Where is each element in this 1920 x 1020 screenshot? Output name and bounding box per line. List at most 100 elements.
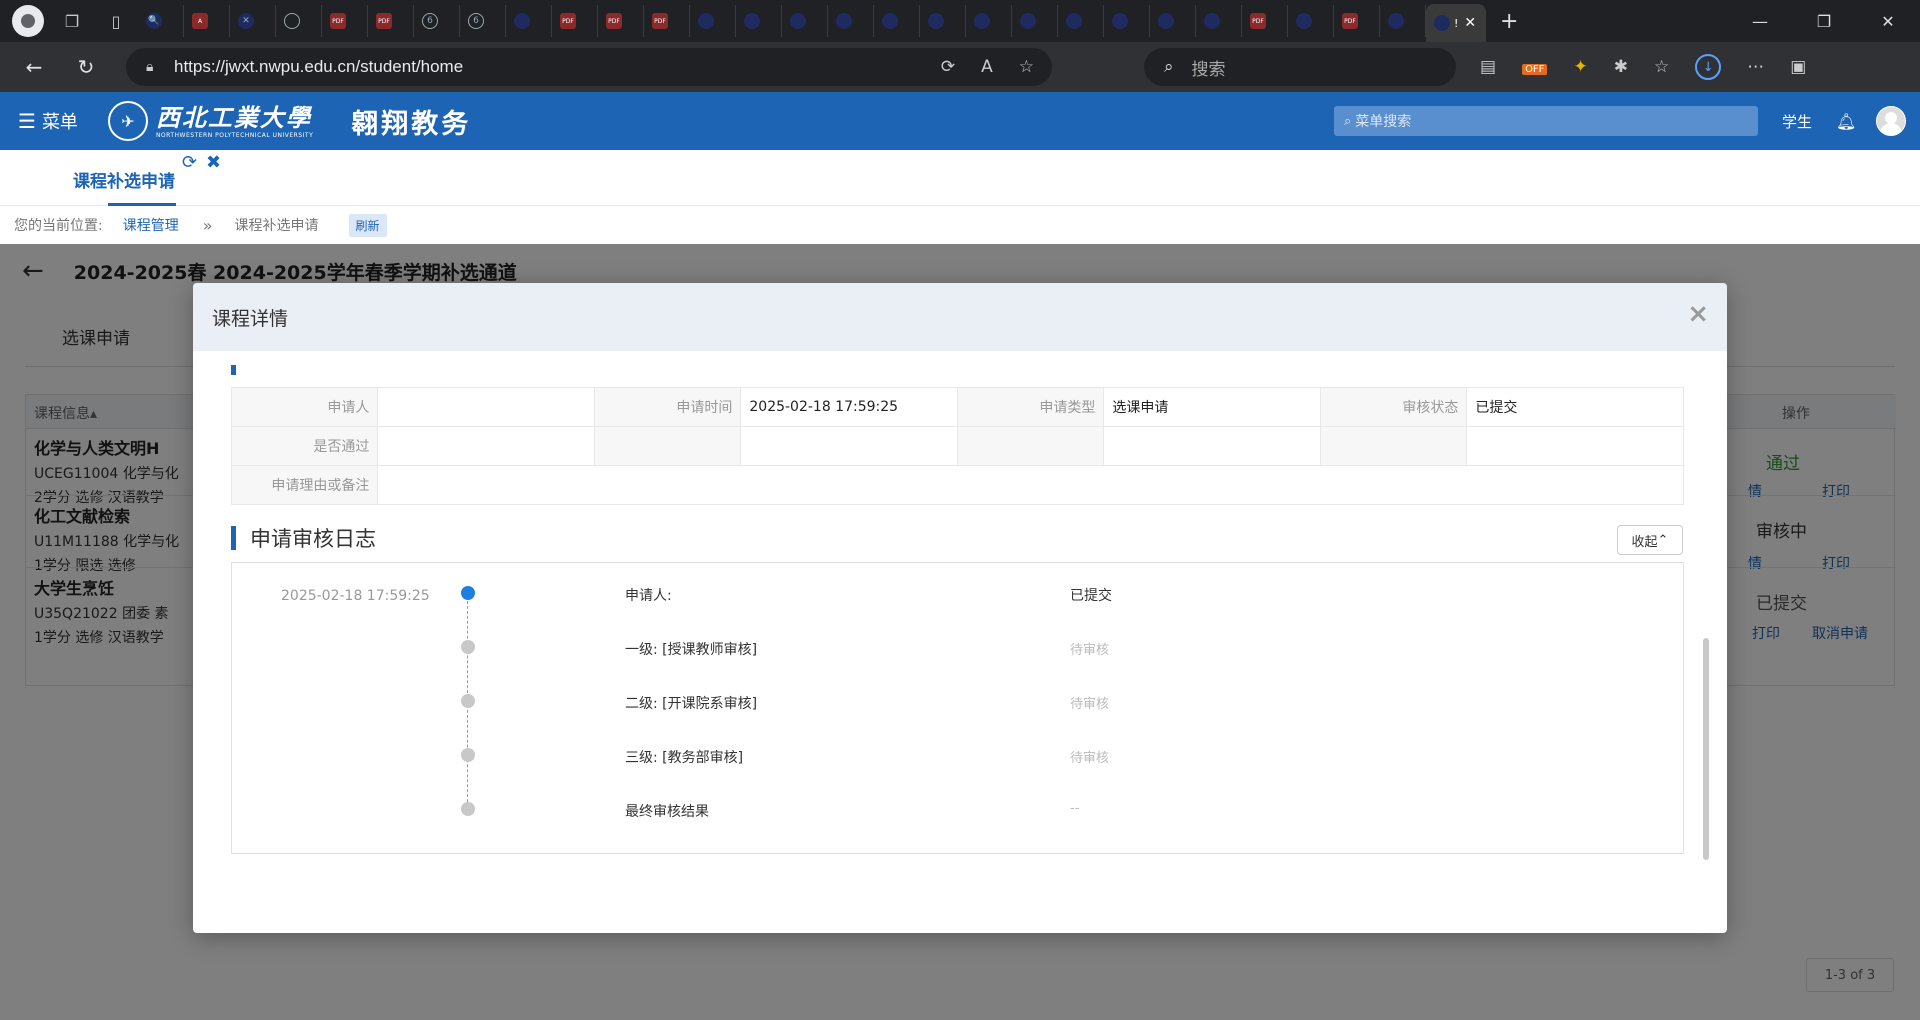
- pdf-icon: PDF: [1250, 13, 1266, 29]
- tab-refresh-icon[interactable]: ⟳: [182, 152, 197, 173]
- minimize-icon[interactable]: —: [1728, 0, 1792, 42]
- browser-tab[interactable]: [1058, 5, 1104, 37]
- extension-animal-icon[interactable]: ✦: [1573, 57, 1587, 77]
- browser-tab[interactable]: PDF: [1242, 5, 1288, 37]
- address-bar[interactable]: 🔒︎ https://jwxt.nwpu.edu.cn/student/home…: [126, 48, 1052, 86]
- dark-site-icon: [790, 13, 806, 29]
- tab-course-supplement[interactable]: 课程补选申请: [73, 167, 175, 192]
- browser-tab[interactable]: [920, 5, 966, 37]
- dark-site-icon: [882, 13, 898, 29]
- dark-site-icon: [698, 13, 714, 29]
- extension-off-icon[interactable]: OFF: [1522, 57, 1548, 77]
- review-step-label: 一级: [授课教师审核]: [625, 642, 758, 658]
- browser-tab[interactable]: [828, 5, 874, 37]
- review-step-label: 三级: [教务部审核]: [625, 750, 744, 766]
- collapse-button[interactable]: 收起 ⌃: [1617, 525, 1683, 555]
- url-text[interactable]: https://jwxt.nwpu.edu.cn/student/home: [174, 57, 463, 77]
- browser-tab[interactable]: [1288, 5, 1334, 37]
- more-menu-icon[interactable]: ⋯: [1747, 57, 1764, 77]
- lock-icon: 🔒︎: [146, 59, 154, 75]
- dark-site-icon: [1296, 13, 1312, 29]
- read-aloud-icon[interactable]: A: [981, 57, 993, 77]
- modal-scrollbar[interactable]: [1703, 638, 1709, 860]
- review-log-timeline: 2025-02-18 17:59:25 申请人: 已提交 一级: [授课教师审核] 待…: [231, 562, 1684, 854]
- tab-close-icon[interactable]: ✖: [206, 152, 221, 173]
- browser-tab[interactable]: [966, 5, 1012, 37]
- back-arrow-icon[interactable]: ←: [16, 49, 52, 85]
- edge-refresh-icon[interactable]: ⟳: [941, 57, 955, 77]
- browser-tab[interactable]: [782, 5, 828, 37]
- notification-bell-icon[interactable]: 🔔︎: [1836, 112, 1856, 131]
- reload-icon[interactable]: ↻: [68, 49, 104, 85]
- modal-title: 课程详情: [212, 308, 289, 330]
- browser-tab[interactable]: PDF: [644, 5, 690, 37]
- browser-tab[interactable]: [1104, 5, 1150, 37]
- close-window-icon[interactable]: ✕: [1856, 0, 1920, 42]
- dark-site-icon: [1158, 13, 1174, 29]
- browser-tab[interactable]: [736, 5, 782, 37]
- pdf-icon: PDF: [652, 13, 668, 29]
- browser-tab[interactable]: [1150, 5, 1196, 37]
- review-status-label: 审核状态: [1319, 387, 1468, 427]
- modal-header: 课程详情 ×: [193, 283, 1727, 351]
- profile-avatar-icon[interactable]: [12, 5, 44, 37]
- browser-tab[interactable]: [276, 5, 322, 37]
- browser-tabs: 🔍 A ✕ PDF PDF 6 6 PDF PDF PDF PDF PDF! ✕: [138, 0, 1486, 42]
- browser-search-box[interactable]: ⌕ 搜索: [1144, 48, 1456, 86]
- extension-icons: ▤ OFF ✦ ✱ ☆ ↓ ⋯ ▣: [1480, 42, 1806, 92]
- dark-site-icon: [744, 13, 760, 29]
- review-step-status: 已提交: [1070, 588, 1112, 604]
- breadcrumb-link-course-management[interactable]: 课程管理: [123, 215, 179, 235]
- vertical-tabs-icon[interactable]: ▯: [100, 5, 132, 37]
- download-icon[interactable]: ↓: [1695, 54, 1722, 80]
- favorite-star-icon[interactable]: ☆: [1019, 57, 1034, 77]
- double-chevron-right-icon: »: [202, 215, 213, 235]
- browser-tab[interactable]: [1012, 5, 1058, 37]
- reading-view-icon[interactable]: ▤: [1480, 57, 1496, 77]
- browser-tab[interactable]: [1380, 5, 1426, 37]
- browser-tab[interactable]: PDF: [322, 5, 368, 37]
- user-role[interactable]: 学生: [1782, 111, 1812, 132]
- browser-tab[interactable]: 🔍: [138, 5, 184, 37]
- apply-type-value: 选课申请: [1103, 387, 1321, 427]
- page-tab-bar: 课程补选申请 ⟳ ✖: [0, 150, 1920, 206]
- chevron-up-icon: ⌃: [1657, 532, 1669, 548]
- apply-time-value: 2025-02-18 17:59:25: [740, 387, 958, 427]
- browser-tab[interactable]: ✕: [230, 5, 276, 37]
- browser-tab[interactable]: PDF: [552, 5, 598, 37]
- application-detail-table: 申请人 申请时间 2025-02-18 17:59:25 申请类型 选课申请 审…: [230, 387, 1684, 505]
- tab-close-icon[interactable]: ✕: [1464, 15, 1476, 31]
- pdf-icon: PDF: [606, 13, 622, 29]
- new-tab-plus-icon[interactable]: +: [1500, 9, 1518, 34]
- globe-icon: [284, 13, 300, 29]
- browser-tab[interactable]: [1196, 5, 1242, 37]
- browser-tab[interactable]: 6: [460, 5, 506, 37]
- browser-tab[interactable]: [874, 5, 920, 37]
- browser-tab[interactable]: 6: [414, 5, 460, 37]
- scrolled-section-header: [231, 357, 331, 375]
- menu-button[interactable]: ☰ 菜单: [18, 108, 78, 134]
- review-step-label: 申请人:: [625, 588, 672, 604]
- browser-tab[interactable]: PDF: [598, 5, 644, 37]
- browser-tab[interactable]: [506, 5, 552, 37]
- browser-tab[interactable]: PDF: [1334, 5, 1380, 37]
- review-step-status: 待审核: [1070, 751, 1110, 766]
- collections-icon[interactable]: ☆: [1654, 57, 1669, 77]
- refresh-button[interactable]: 刷新: [348, 213, 387, 237]
- browser-tab-active[interactable]: ! ✕: [1426, 4, 1486, 42]
- browser-tab[interactable]: [690, 5, 736, 37]
- user-avatar[interactable]: [1876, 106, 1906, 136]
- browser-tab[interactable]: A: [184, 5, 230, 37]
- browser-tab[interactable]: PDF: [368, 5, 414, 37]
- browser-toolbar: ← ↻ 🔒︎ https://jwxt.nwpu.edu.cn/student/…: [0, 42, 1920, 92]
- university-emblem-icon: ✈: [107, 101, 148, 141]
- workspaces-icon[interactable]: ❐: [56, 5, 88, 37]
- modal-close-icon[interactable]: ×: [1687, 299, 1709, 329]
- menu-search-input[interactable]: ⌕ 菜单搜索: [1334, 106, 1758, 136]
- search-icon: ⌕: [1164, 57, 1174, 77]
- search-icon: ⌕: [1344, 113, 1352, 129]
- extensions-puzzle-icon[interactable]: ✱: [1614, 57, 1628, 77]
- sidebar-toggle-icon[interactable]: ▣: [1790, 57, 1806, 77]
- restore-icon[interactable]: ❐: [1792, 0, 1856, 42]
- breadcrumb-current: 课程补选申请: [234, 218, 319, 234]
